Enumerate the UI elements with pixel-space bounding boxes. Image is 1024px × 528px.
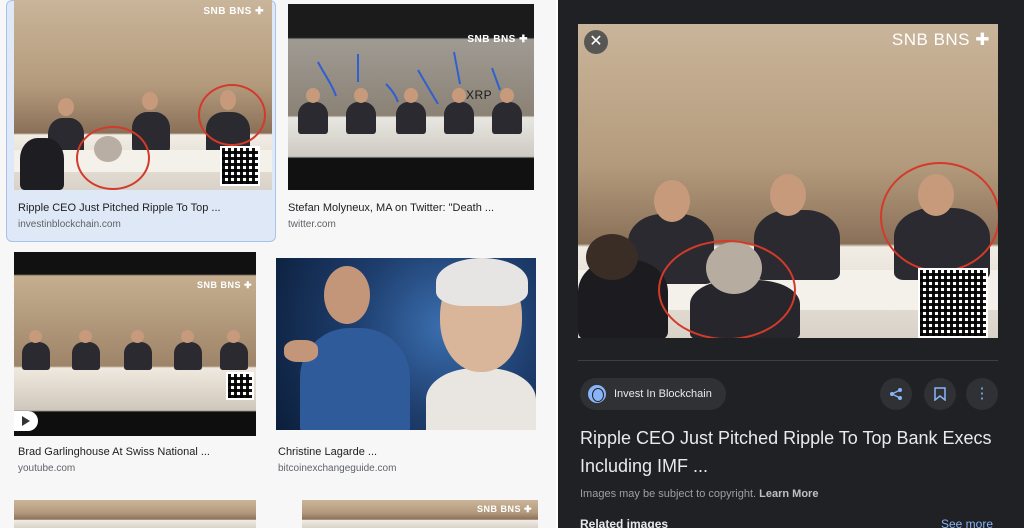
copyright-notice: Images may be subject to copyright. Lear… <box>580 488 819 500</box>
qr-code <box>220 146 260 186</box>
result-1-thumbnail[interactable]: SNB BNS ✚ <box>14 0 272 190</box>
result-3-caption[interactable]: Brad Garlinghouse At Swiss National ... <box>18 446 254 458</box>
image-result-1[interactable]: SNB BNS ✚ Ripple CEO Just Pitched Ripple… <box>6 0 274 240</box>
see-more-link[interactable]: See more <box>941 517 993 528</box>
overlay-xrp-text: XRP <box>466 88 493 102</box>
highlight-circle <box>198 84 266 146</box>
result-3-thumbnail[interactable]: SNB BNS ✚ <box>14 252 256 436</box>
image-result-6-thumbnail[interactable]: SNB BNS ✚ <box>302 500 538 528</box>
result-4-caption[interactable]: Christine Lagarde ... <box>278 446 534 458</box>
source-chip[interactable]: Invest In Blockchain <box>580 378 726 410</box>
image-preview-panel: SNB BNS ✚ ✕ Invest In Blockchain ⋮ Rippl… <box>558 0 1024 528</box>
qr-code <box>226 372 254 400</box>
watermark: SNB BNS ✚ <box>467 34 528 45</box>
image-result-2[interactable]: XRP SNB BNS ✚ Stefan Molyneux, MA on Twi… <box>288 0 536 240</box>
result-1-source[interactable]: investinblockchain.com <box>18 219 121 230</box>
learn-more-link[interactable]: Learn More <box>759 488 818 500</box>
preview-title[interactable]: Ripple CEO Just Pitched Ripple To Top Ba… <box>580 424 1000 480</box>
result-4-thumbnail[interactable] <box>276 258 536 430</box>
image-result-3[interactable]: SNB BNS ✚ Brad Garlinghouse At Swiss Nat… <box>14 252 258 478</box>
result-3-source[interactable]: youtube.com <box>18 463 75 474</box>
panel-divider <box>578 360 998 361</box>
result-2-thumbnail[interactable]: XRP SNB BNS ✚ <box>288 4 534 190</box>
more-vert-icon[interactable]: ⋮ <box>966 378 998 410</box>
share-icon[interactable] <box>880 378 912 410</box>
watermark: SNB BNS ✚ <box>891 30 990 49</box>
highlight-circle <box>76 126 150 190</box>
close-icon[interactable]: ✕ <box>584 30 608 54</box>
image-results-grid: SNB BNS ✚ Ripple CEO Just Pitched Ripple… <box>0 0 556 528</box>
watermark: SNB BNS ✚ <box>476 504 532 514</box>
result-2-caption[interactable]: Stefan Molyneux, MA on Twitter: "Death .… <box>288 202 534 214</box>
result-1-caption[interactable]: Ripple CEO Just Pitched Ripple To Top ..… <box>18 202 268 214</box>
related-images-heading: Related images <box>580 517 669 528</box>
highlight-circle <box>880 162 998 272</box>
source-chip-label: Invest In Blockchain <box>614 388 712 400</box>
image-result-4[interactable]: Christine Lagarde ... bitcoinexchangegui… <box>276 258 538 478</box>
qr-code <box>918 268 988 338</box>
annotation-arrows <box>317 51 501 105</box>
play-icon[interactable] <box>14 411 38 431</box>
globe-icon <box>588 385 606 403</box>
image-result-5-thumbnail[interactable] <box>14 500 256 528</box>
preview-image[interactable]: SNB BNS ✚ <box>578 24 998 338</box>
watermark: SNB BNS ✚ <box>196 280 252 290</box>
result-2-source[interactable]: twitter.com <box>288 219 336 230</box>
watermark: SNB BNS ✚ <box>203 6 264 17</box>
bookmark-icon[interactable] <box>924 378 956 410</box>
highlight-circle <box>658 240 796 338</box>
result-4-source[interactable]: bitcoinexchangeguide.com <box>278 463 396 474</box>
